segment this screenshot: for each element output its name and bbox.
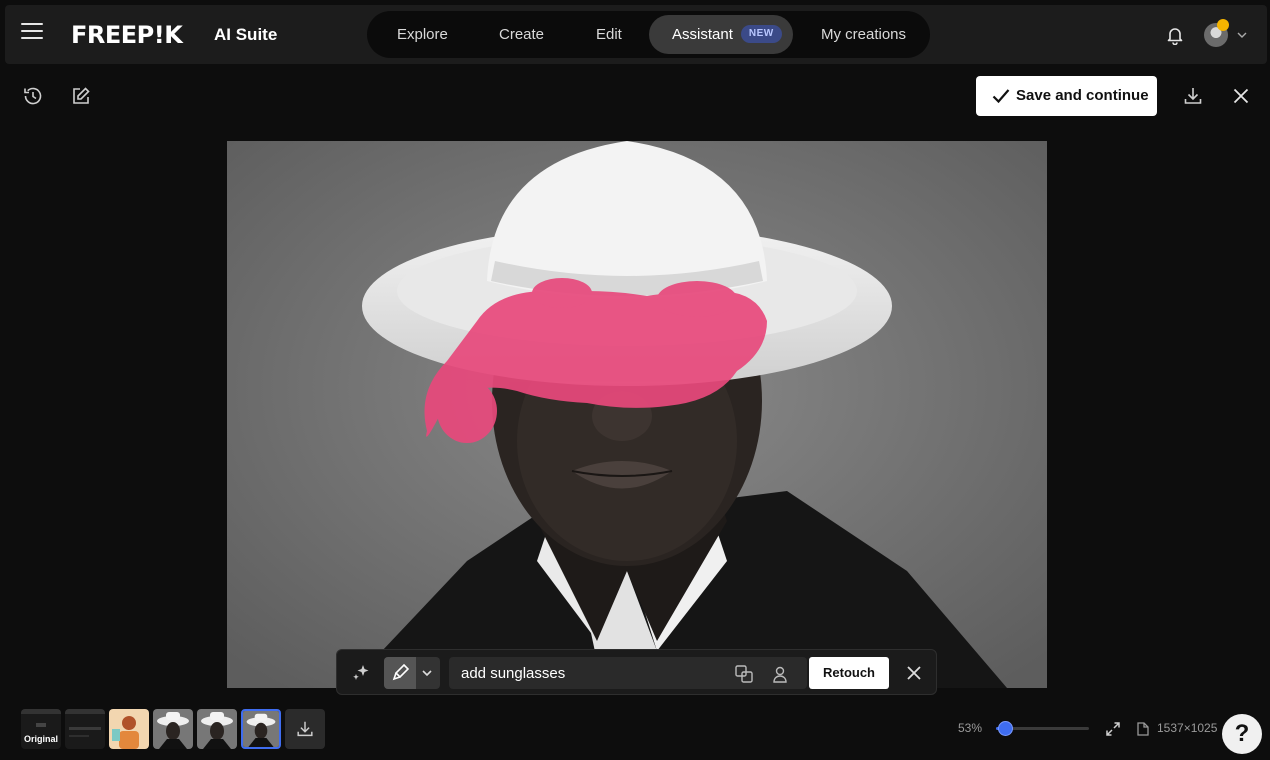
help-button[interactable]: ? (1222, 714, 1262, 754)
brush-tool-button[interactable] (384, 657, 440, 689)
nav-create-label: Create (499, 26, 545, 43)
thumbnail-5[interactable] (197, 709, 237, 749)
zoom-slider-knob[interactable] (998, 721, 1014, 736)
portrait-image (227, 141, 1047, 688)
thumbnail-2-image (65, 709, 105, 749)
menu-icon[interactable] (21, 23, 43, 45)
translate-icon[interactable] (735, 665, 753, 683)
edit-icon[interactable] (70, 85, 92, 107)
save-label: Save and continue (1016, 87, 1149, 104)
thumbnail-4[interactable] (153, 709, 193, 749)
thumbnail-3[interactable] (109, 709, 149, 749)
thumbnail-5-image (197, 709, 237, 749)
person-icon[interactable] (771, 665, 789, 683)
chevron-down-icon[interactable] (421, 668, 433, 678)
ai-suite-label: AI Suite (214, 25, 278, 44)
zoom-slider[interactable] (996, 721, 1089, 736)
top-bar: FREEP!K AI Suite Explore Create Edit Ass… (5, 5, 1267, 64)
new-badge: NEW (740, 24, 782, 43)
download-icon (297, 721, 313, 737)
image-canvas[interactable] (227, 141, 1047, 688)
nav-assistant[interactable]: Assistant NEW (649, 15, 793, 54)
chevron-down-icon[interactable] (1237, 30, 1247, 40)
nav-my-creations[interactable]: My creations (821, 15, 906, 54)
nav-edit[interactable]: Edit (596, 15, 622, 54)
thumbnail-6-selected[interactable] (241, 709, 281, 749)
file-icon (1137, 722, 1149, 736)
original-label: Original (23, 734, 58, 744)
thumbnail-6-image (243, 711, 279, 747)
close-icon[interactable] (905, 664, 923, 682)
retouch-button[interactable]: Retouch (809, 657, 889, 689)
brush-icon[interactable] (384, 657, 416, 689)
close-icon[interactable] (1230, 85, 1252, 107)
thumbnail-2[interactable] (65, 709, 105, 749)
prompt-bar: Retouch (336, 649, 937, 695)
bell-icon[interactable] (1165, 25, 1185, 45)
sparkle-icon[interactable] (351, 663, 371, 683)
main-nav: Explore Create Edit Assistant NEW My crea… (367, 11, 930, 58)
nav-my-creations-label: My creations (821, 26, 907, 43)
check-icon (992, 89, 1010, 104)
nav-create[interactable]: Create (499, 15, 544, 54)
crown-icon (1217, 19, 1229, 31)
thumbnail-4-image (153, 709, 193, 749)
image-dimensions: 1537×1025 (1157, 721, 1218, 735)
nav-assistant-label: Assistant (672, 26, 733, 43)
save-and-continue-button[interactable]: Save and continue (976, 76, 1157, 116)
history-icon[interactable] (22, 85, 44, 107)
nav-edit-label: Edit (596, 26, 622, 43)
prompt-input[interactable] (449, 657, 807, 689)
fullscreen-icon[interactable] (1105, 721, 1121, 737)
nav-explore[interactable]: Explore (397, 15, 448, 54)
thumbnail-original[interactable]: Original (21, 709, 61, 749)
nav-explore-label: Explore (397, 26, 448, 43)
thumbnail-3-image (109, 709, 149, 749)
freepik-logo[interactable]: FREEP!K (71, 21, 183, 49)
download-icon[interactable] (1182, 85, 1204, 107)
download-all-button[interactable] (285, 709, 325, 749)
zoom-label: 53% (958, 721, 983, 735)
